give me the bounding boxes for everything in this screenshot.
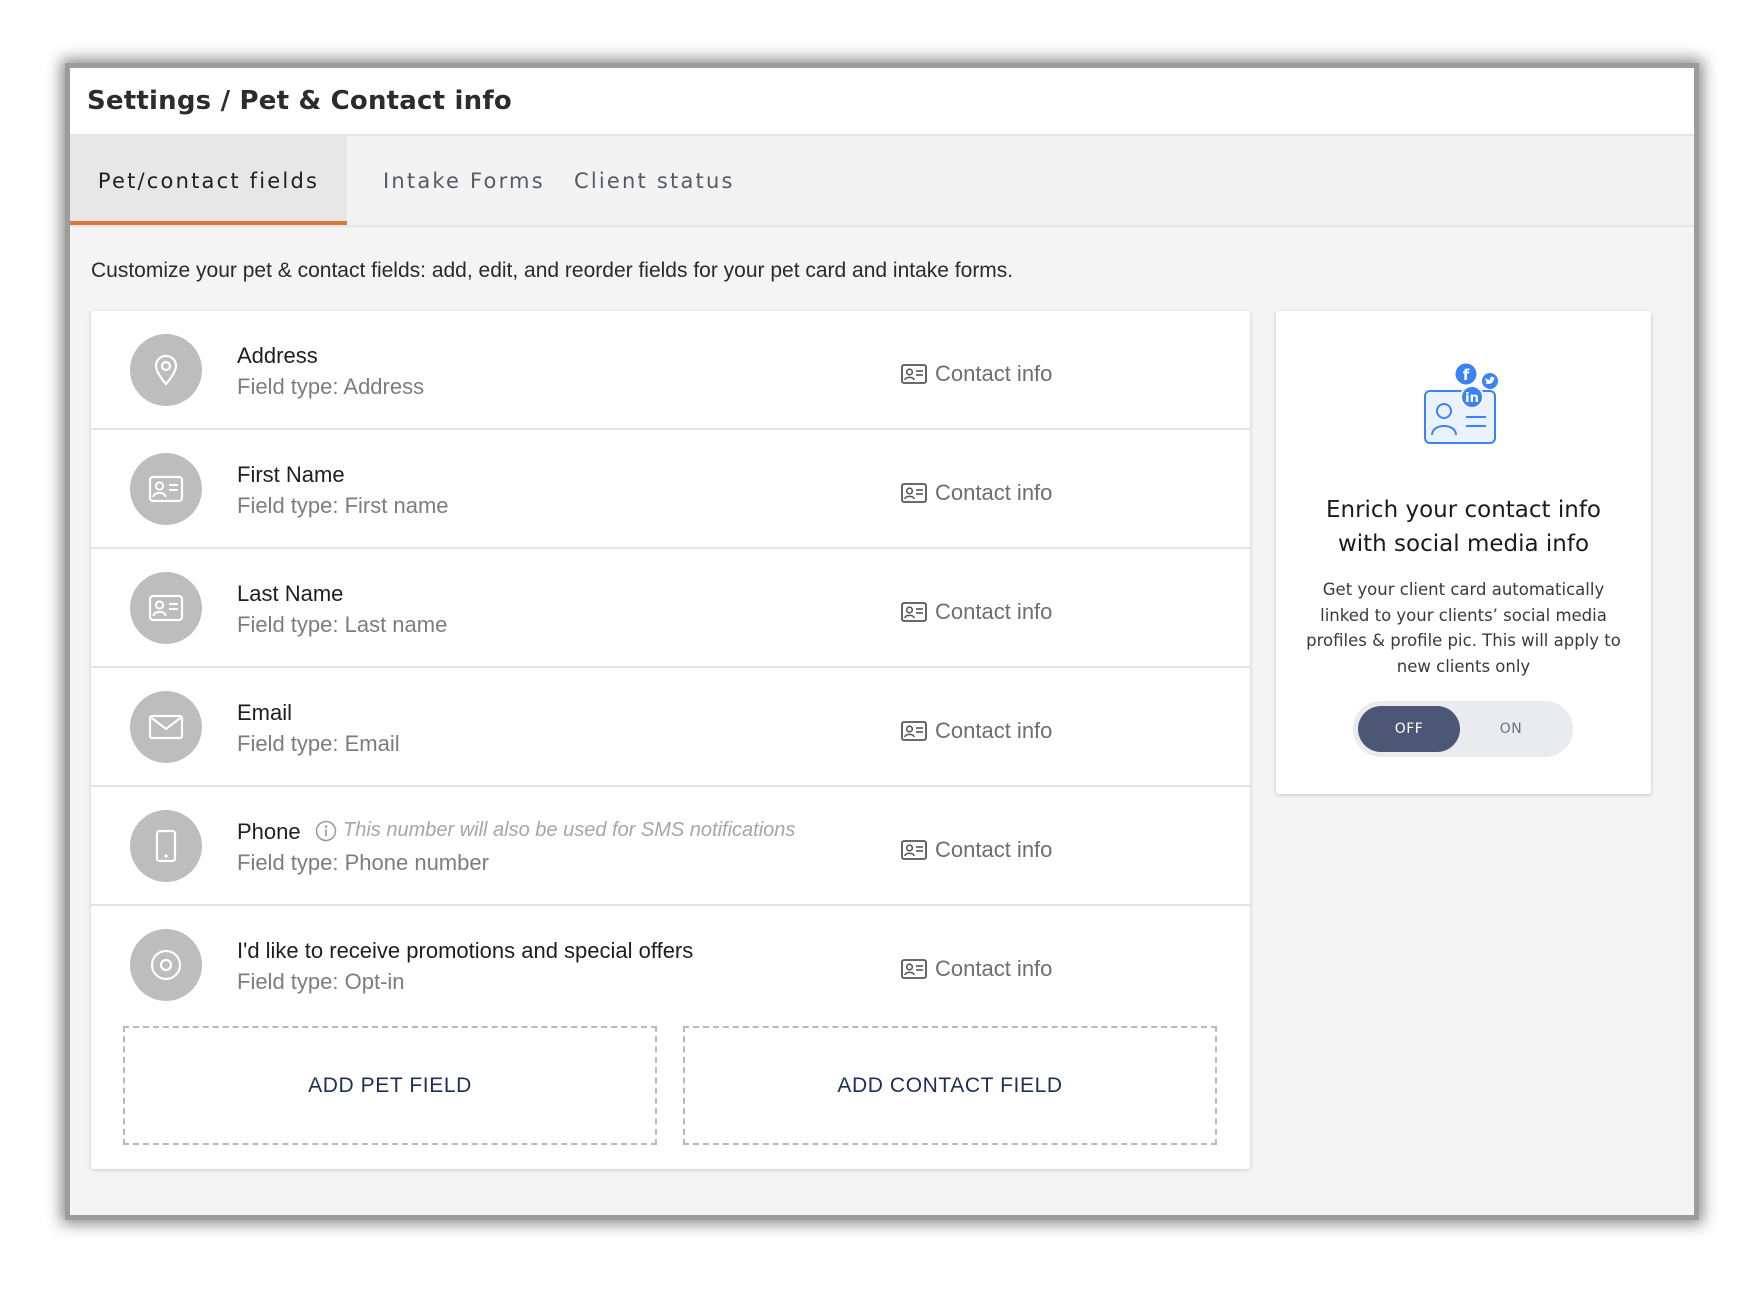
- toggle-on-option[interactable]: ON: [1460, 706, 1562, 752]
- add-pet-field-button[interactable]: ADD PET FIELD: [123, 1026, 657, 1145]
- page-description: Customize your pet & contact fields: add…: [91, 259, 1014, 282]
- field-row-last-name[interactable]: Last Name Field type: Last name Contact …: [91, 549, 1250, 668]
- field-row-address[interactable]: Address Field type: Address Contact info: [91, 311, 1250, 430]
- contact-card-icon: [901, 840, 927, 860]
- field-category-label: Contact info: [935, 599, 1053, 624]
- field-category: Contact info: [901, 718, 1052, 744]
- info-icon[interactable]: [315, 820, 337, 842]
- tab-pet-contact-fields[interactable]: Pet/contact fields: [70, 136, 347, 225]
- field-type: Field type: Opt-in: [237, 969, 405, 994]
- toggle-off-option[interactable]: OFF: [1358, 706, 1460, 752]
- field-row-email[interactable]: Email Field type: Email Contact info: [91, 668, 1250, 787]
- contact-card-icon: [901, 602, 927, 622]
- field-category-label: Contact info: [935, 837, 1053, 862]
- field-category-label: Contact info: [935, 718, 1053, 743]
- field-category: Contact info: [901, 956, 1052, 982]
- page-title: Settings / Pet & Contact info: [87, 86, 512, 116]
- field-category-label: Contact info: [935, 956, 1053, 981]
- title-bar: Settings / Pet & Contact info: [70, 68, 1694, 136]
- envelope-icon: [130, 691, 202, 763]
- sms-note: This number will also be used for SMS no…: [315, 819, 795, 842]
- svg-text:in: in: [1465, 391, 1479, 406]
- social-enrich-card: f in Enrich your contact info with socia…: [1276, 311, 1651, 794]
- contact-card-icon: [1424, 390, 1496, 444]
- radio-target-icon: [130, 929, 202, 1001]
- contact-card-icon: [901, 721, 927, 741]
- field-name: First Name: [237, 462, 345, 487]
- field-category-label: Contact info: [935, 480, 1053, 505]
- promo-title: Enrich your contact info with social med…: [1325, 497, 1602, 557]
- promo-description: Get your client card automatically linke…: [1306, 580, 1621, 676]
- field-name: Last Name: [237, 581, 344, 606]
- field-category: Contact info: [901, 480, 1052, 506]
- field-name: Email: [237, 700, 293, 725]
- contact-card-icon: [901, 959, 927, 979]
- tab-client-status[interactable]: Client status: [574, 136, 735, 225]
- facebook-icon: f: [1455, 363, 1477, 385]
- id-card-icon: [130, 453, 202, 525]
- add-contact-field-button[interactable]: ADD CONTACT FIELD: [683, 1026, 1217, 1145]
- field-name: Phone: [237, 819, 301, 844]
- location-pin-icon: [130, 334, 202, 406]
- app-window: Settings / Pet & Contact info Pet/contac…: [70, 68, 1694, 1215]
- contact-card-icon: [901, 483, 927, 503]
- field-type: Field type: Address: [237, 374, 425, 399]
- field-type: Field type: Phone number: [237, 850, 489, 875]
- tab-bar: Pet/contact fields Intake Forms Client s…: [70, 136, 1694, 227]
- tab-intake-forms[interactable]: Intake Forms: [347, 136, 574, 225]
- field-category: Contact info: [901, 837, 1052, 863]
- social-enrich-toggle[interactable]: OFF ON: [1353, 701, 1573, 757]
- field-category-label: Contact info: [935, 361, 1053, 386]
- mobile-phone-icon: [130, 810, 202, 882]
- field-type: Field type: First name: [237, 493, 449, 518]
- field-category: Contact info: [901, 599, 1052, 625]
- social-media-illustration: f in: [1422, 363, 1506, 456]
- field-name: I'd like to receive promotions and speci…: [237, 938, 694, 963]
- twitter-icon: [1482, 373, 1498, 389]
- field-row-first-name[interactable]: First Name Field type: First name Contac…: [91, 430, 1250, 549]
- linkedin-icon: in: [1460, 385, 1484, 409]
- sms-note-text: This number will also be used for SMS no…: [343, 819, 796, 841]
- fields-list-card: Address Field type: Address Contact info…: [91, 311, 1250, 1169]
- field-type: Field type: Email: [237, 731, 400, 756]
- field-row-phone[interactable]: Phone This number will also be used for …: [91, 787, 1250, 906]
- field-category: Contact info: [901, 361, 1052, 387]
- svg-text:f: f: [1463, 366, 1470, 384]
- field-type: Field type: Last name: [237, 612, 448, 637]
- contact-card-icon: [901, 364, 927, 384]
- field-name: Address: [237, 343, 318, 368]
- field-row-opt-in[interactable]: I'd like to receive promotions and speci…: [91, 906, 1250, 1008]
- id-card-icon: [130, 572, 202, 644]
